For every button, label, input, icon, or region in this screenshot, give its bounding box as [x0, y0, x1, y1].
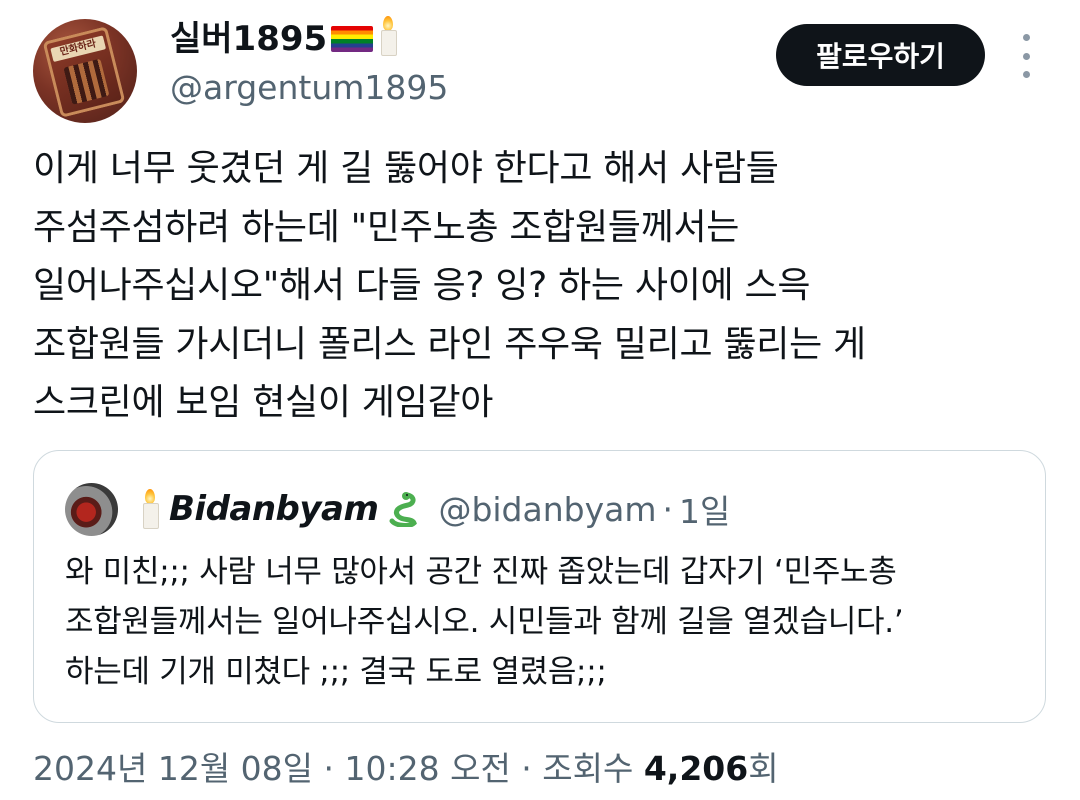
avatar-book-image: 만화하라: [42, 26, 126, 118]
quoted-tweet-card[interactable]: Bidanbyam @bidanbyam · 1일 와 미친;;; 사람 너무 …: [33, 450, 1046, 723]
quoted-tweet-text: 와 미친;;; 사람 너무 많아서 공간 진짜 좁았는데 갑자기 ‘민주노총 조…: [65, 554, 904, 690]
snake-icon: [388, 491, 420, 528]
author-name-row[interactable]: 실버1895: [170, 16, 399, 62]
author-name[interactable]: 실버1895: [170, 19, 327, 59]
view-count-suffix: 회: [748, 749, 779, 788]
quoted-author-name[interactable]: Bidanbyam: [169, 489, 379, 529]
quoted-tweet-time[interactable]: 1일: [679, 485, 730, 533]
rainbow-flag-icon: [331, 26, 374, 52]
follow-button[interactable]: 팔로우하기: [776, 24, 985, 86]
tweet-timestamp[interactable]: 2024년 12월 08일 · 10:28 오전 · 조회수: [33, 749, 644, 788]
candle-icon: [139, 489, 161, 529]
quoted-author-handle[interactable]: @bidanbyam: [438, 490, 656, 529]
tweet-text: 이게 너무 웃겼던 게 길 뚫어야 한다고 해서 사람들 주섬주섬하려 하는데 …: [33, 148, 866, 423]
separator: ·: [662, 489, 673, 529]
avatar-book-title: 만화하라: [50, 35, 107, 63]
more-options-icon[interactable]: [1012, 34, 1040, 78]
author-avatar[interactable]: 만화하라: [33, 19, 137, 123]
author-handle[interactable]: @argentum1895: [170, 66, 448, 110]
quoted-tweet-header: Bidanbyam @bidanbyam · 1일: [139, 485, 730, 533]
tweet-meta: 2024년 12월 08일 · 10:28 오전 · 조회수 4,206회: [33, 744, 779, 794]
quoted-author-avatar[interactable]: [65, 483, 118, 536]
candle-icon: [377, 16, 399, 56]
avatar-book-art: [63, 58, 110, 105]
view-count: 4,206: [643, 749, 749, 788]
